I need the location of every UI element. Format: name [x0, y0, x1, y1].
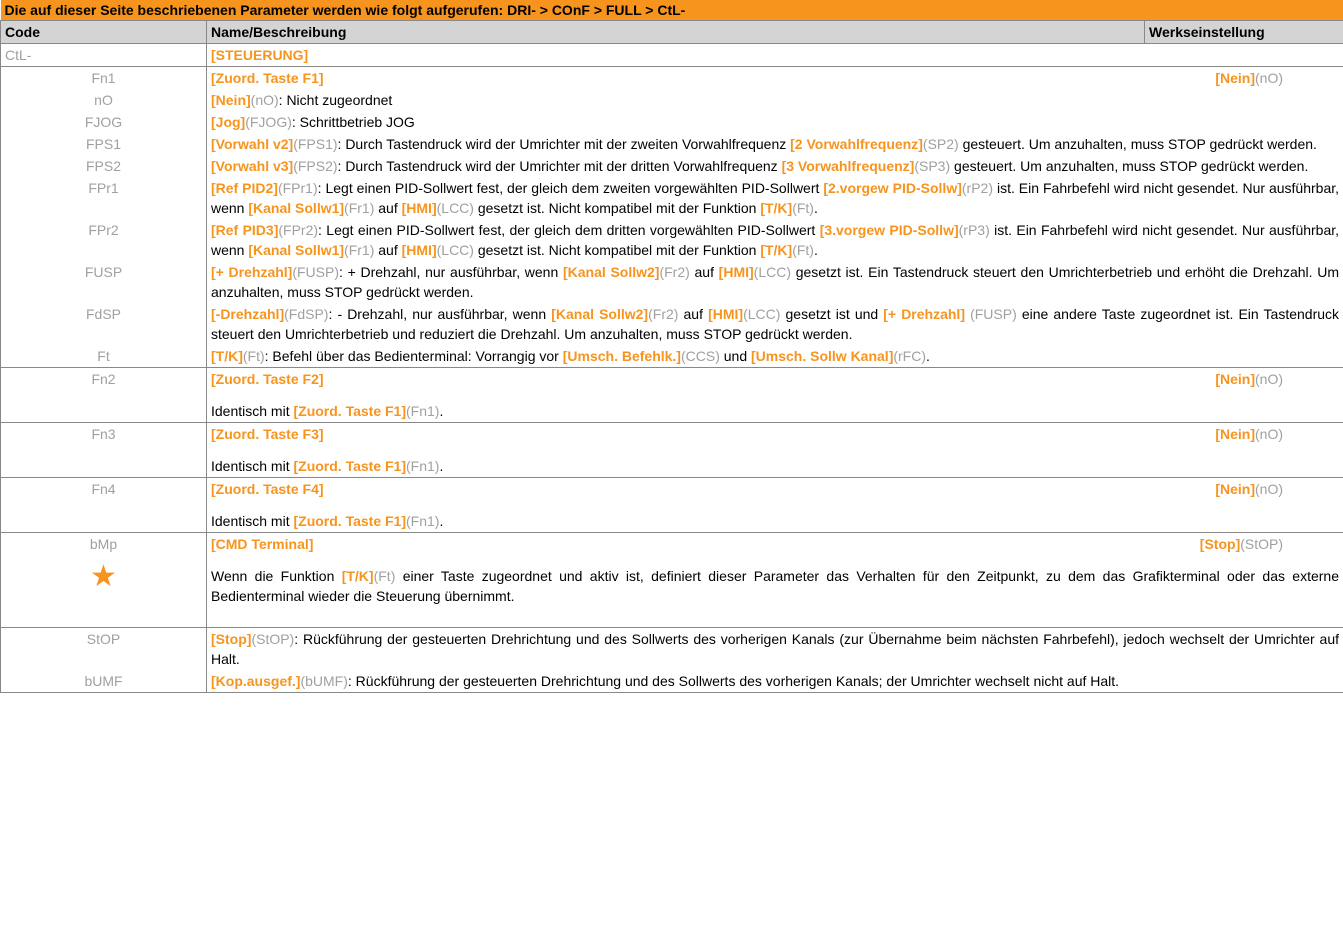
- option-row: bUMF [Kop.ausgef.](bUMF): Rückführung de…: [0, 670, 1343, 693]
- option-row: StOP [Stop](StOP): Rückführung der geste…: [0, 627, 1343, 670]
- parameter-table: Die auf dieser Seite beschriebenen Param…: [0, 0, 1343, 693]
- header-code: Code: [0, 20, 207, 44]
- param-code: bMp: [89, 536, 118, 552]
- param-row-fn4: Fn4 [Zuord. Taste F4] [Nein](nO) Identisc…: [0, 477, 1343, 533]
- option-row: FPr2 [Ref PID3](FPr2): Legt einen PID-So…: [0, 219, 1343, 261]
- option-row: Ft [T/K](Ft): Befehl über das Bedienterm…: [0, 345, 1343, 368]
- param-row-fn3: Fn3 [Zuord. Taste F3] [Nein](nO) Identisc…: [0, 422, 1343, 478]
- access-path-text: Die auf dieser Seite beschriebenen Param…: [0, 0, 1343, 21]
- header-factory: Werkseinstellung: [1143, 20, 1343, 44]
- option-row: FPS1 [Vorwahl v2](FPS1): Durch Tastendru…: [0, 133, 1343, 155]
- menu-code: CtL-: [0, 43, 207, 67]
- param-name: [Zuord. Taste F1]: [211, 70, 324, 86]
- param-code: Fn1: [0, 66, 207, 89]
- param-row-bmp: bMp ★ [CMD Terminal] [Stop](StOP) Wenn di…: [0, 532, 1343, 628]
- star-icon: ★: [90, 560, 117, 593]
- option-row: FPr1 [Ref PID2](FPr1): Legt einen PID-So…: [0, 177, 1343, 219]
- factory-setting-name: [Nein]: [1215, 70, 1256, 86]
- menu-row: CtL- [STEUERUNG]: [0, 43, 1343, 67]
- parameter-document: Die auf dieser Seite beschriebenen Param…: [0, 0, 1343, 693]
- factory-setting-code: (nO): [1255, 70, 1284, 86]
- option-row: FJOG [Jog](FJOG): Schrittbetrieb JOG: [0, 111, 1343, 133]
- param-row-fn2: Fn2 [Zuord. Taste F2] [Nein](nO) Identisc…: [0, 367, 1343, 423]
- option-row: FdSP [-Drehzahl](FdSP): - Drehzahl, nur …: [0, 303, 1343, 345]
- access-path-banner: Die auf dieser Seite beschriebenen Param…: [0, 0, 1343, 21]
- menu-name: [STEUERUNG]: [211, 47, 309, 63]
- header-name: Name/Beschreibung: [206, 20, 1145, 44]
- option-row: FPS2 [Vorwahl v3](FPS2): Durch Tastendru…: [0, 155, 1343, 177]
- option-row: FUSP [+ Drehzahl](FUSP): + Drehzahl, nur…: [0, 261, 1343, 303]
- table-header: Code Name/Beschreibung Werkseinstellung: [0, 20, 1343, 44]
- option-row: nO [Nein](nO): Nicht zugeordnet: [0, 89, 1343, 111]
- param-row-fn1: Fn1 [Zuord. Taste F1] [Nein](nO): [0, 66, 1343, 89]
